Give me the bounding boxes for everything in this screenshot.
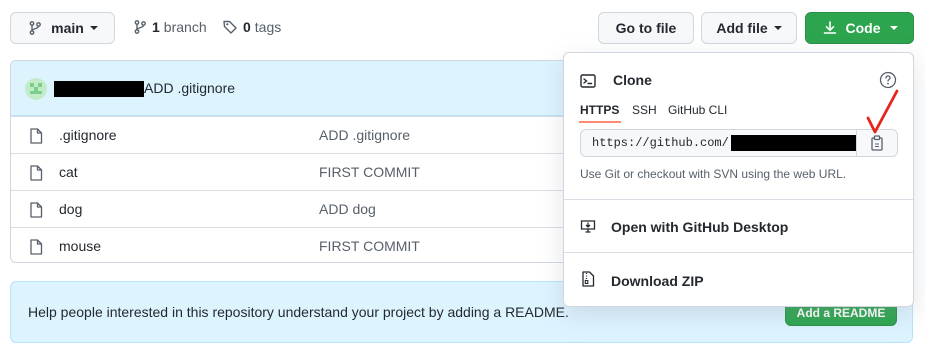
add-file-button[interactable]: Add file [701, 12, 797, 44]
download-zip-label: Download ZIP [611, 273, 704, 289]
git-branch-icon [134, 20, 146, 34]
file-zip-icon [582, 271, 595, 287]
file-name[interactable]: .gitignore [59, 127, 117, 143]
branch-count: 1 [152, 19, 160, 35]
file-icon [30, 165, 43, 181]
file-name[interactable]: cat [59, 164, 78, 180]
go-to-file-button[interactable]: Go to file [598, 12, 694, 44]
branch-name: main [51, 20, 84, 36]
go-to-file-label: Go to file [615, 20, 677, 36]
add-readme-label: Add a README [796, 306, 886, 320]
checkmark-annotation-icon [866, 89, 899, 134]
git-branch-icon [29, 21, 42, 35]
file-icon [30, 202, 43, 218]
file-commit-message[interactable]: ADD dog [319, 201, 376, 217]
tab-https[interactable]: HTTPS [580, 103, 619, 117]
branch-select-button[interactable]: main [10, 12, 115, 44]
tab-ssh[interactable]: SSH [632, 103, 657, 117]
clone-hint: Use Git or checkout with SVN using the w… [580, 167, 847, 181]
file-commit-message[interactable]: FIRST COMMIT [319, 164, 420, 180]
download-zip-item[interactable]: Download ZIP [564, 253, 913, 305]
terminal-icon [580, 74, 596, 88]
desktop-download-icon [580, 220, 596, 233]
chevron-down-icon [889, 26, 898, 30]
tag-count: 0 [243, 19, 251, 35]
code-label: Code [845, 20, 881, 36]
redacted-author [54, 81, 144, 97]
clone-title: Clone [613, 72, 652, 88]
avatar[interactable] [25, 78, 47, 100]
latest-commit-message[interactable]: ADD .gitignore [144, 80, 235, 96]
branch-label: branch [163, 19, 207, 35]
file-commit-message[interactable]: FIRST COMMIT [319, 238, 420, 254]
tag-label: tags [254, 19, 282, 35]
clone-url-prefix: https://github.com/ [592, 136, 729, 150]
tags-link[interactable]: 0 tags [222, 19, 281, 35]
redacted-repo-path [730, 135, 856, 151]
add-file-label: Add file [716, 20, 768, 36]
file-icon [30, 128, 43, 144]
code-button[interactable]: Code [805, 12, 914, 44]
tab-github-cli[interactable]: GitHub CLI [668, 103, 727, 117]
tag-icon [223, 20, 237, 34]
branches-link[interactable]: 1 branch [132, 19, 207, 35]
file-commit-message[interactable]: ADD .gitignore [319, 127, 410, 143]
download-icon [823, 21, 836, 34]
open-desktop-item[interactable]: Open with GitHub Desktop [564, 200, 913, 252]
readme-banner-text: Help people interested in this repositor… [28, 304, 569, 320]
active-tab-indicator [579, 121, 621, 123]
clone-url-input[interactable]: https://github.com/ [580, 129, 857, 157]
chevron-down-icon [89, 26, 98, 30]
chevron-down-icon [773, 26, 782, 30]
open-desktop-label: Open with GitHub Desktop [611, 219, 789, 235]
file-icon [30, 239, 43, 255]
help-icon[interactable] [879, 71, 897, 89]
file-name[interactable]: mouse [59, 238, 101, 254]
file-name[interactable]: dog [59, 201, 82, 217]
